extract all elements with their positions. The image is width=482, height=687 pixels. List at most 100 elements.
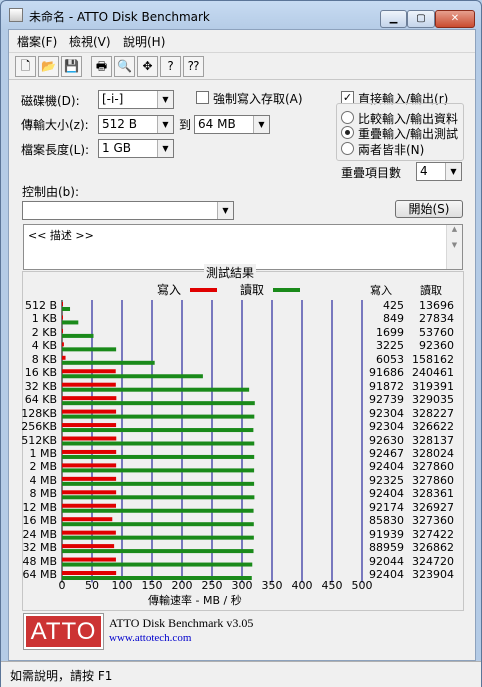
read-bar: [62, 562, 253, 567]
read-value: 327860: [412, 460, 454, 474]
write-bar: [62, 369, 116, 374]
read-bar: [62, 347, 117, 352]
x-tick-label: 400: [291, 579, 313, 592]
block-size-label: 1 MB: [29, 446, 57, 460]
read-value: 158162: [412, 352, 454, 366]
read-bar: [62, 454, 255, 459]
app-window: 未命名 - ATTO Disk Benchmark ▁ ▢ ✕ 檔案(F) 檢視…: [0, 0, 482, 687]
read-value: 53760: [419, 325, 454, 339]
read-value: 328227: [412, 406, 454, 420]
x-tick-label: 0: [58, 579, 66, 592]
block-size-label: 1 KB: [31, 312, 57, 326]
write-value: 849: [383, 312, 404, 326]
read-bar: [62, 535, 254, 540]
atto-logo: ATTO: [23, 613, 104, 650]
block-size-label: 512KB: [21, 433, 57, 447]
block-size-label: 8 KB: [31, 352, 57, 366]
read-bar: [62, 307, 71, 311]
write-value: 91939: [369, 527, 404, 541]
write-value: 92304: [369, 420, 404, 434]
x-tick-label: 200: [171, 579, 193, 592]
x-tick-label: 150: [141, 579, 163, 592]
read-bar: [62, 428, 254, 433]
read-value: 13696: [419, 299, 454, 312]
block-size-label: 12 MB: [22, 500, 57, 514]
block-size-label: 16 KB: [24, 366, 57, 380]
block-size-label: 4 MB: [29, 473, 57, 487]
close-button[interactable]: ✕: [435, 10, 475, 28]
write-bar: [62, 355, 66, 360]
block-size-label: 512 B: [24, 299, 57, 312]
block-size-label: 32 MB: [22, 541, 57, 555]
read-value: 326862: [412, 541, 454, 555]
read-value: 326927: [412, 500, 454, 514]
read-bar: [62, 508, 254, 513]
read-value: 324720: [412, 554, 454, 568]
x-axis-label: 傳輸速率 - MB / 秒: [148, 594, 242, 607]
write-bar: [62, 328, 63, 333]
write-value: 91872: [369, 379, 404, 393]
write-value: 425: [383, 299, 404, 312]
write-value: 1699: [376, 325, 404, 339]
x-tick-label: 300: [231, 579, 253, 592]
read-value: 327422: [412, 527, 454, 541]
read-value: 323904: [412, 568, 454, 581]
write-value: 92044: [369, 554, 404, 568]
write-value: 6053: [376, 352, 404, 366]
write-bar: [62, 396, 117, 401]
read-value: 27834: [419, 312, 454, 326]
write-bar: [62, 530, 116, 535]
read-bar: [62, 333, 94, 338]
write-bar: [62, 557, 116, 562]
write-value: 88959: [369, 541, 404, 555]
write-value: 92630: [369, 433, 404, 447]
write-value: 92174: [369, 500, 404, 514]
website-link[interactable]: www.attotech.com: [109, 632, 191, 644]
block-size-label: 256KB: [21, 420, 57, 434]
write-bar: [62, 490, 117, 495]
read-bar: [62, 387, 250, 392]
write-value: 92325: [369, 473, 404, 487]
write-bar: [62, 409, 117, 414]
x-tick-label: 450: [321, 579, 343, 592]
read-bar: [62, 481, 255, 486]
block-size-label: 24 MB: [22, 527, 57, 541]
write-value: 92404: [369, 487, 404, 501]
client-area: 檔案(F) 檢視(V) 說明(H) 🗋 📂 💾 🖶 🔍 ✥ ? ⁇ 磁碟機(D)…: [8, 29, 476, 661]
read-bar: [62, 522, 254, 527]
write-bar: [62, 544, 115, 549]
write-bar: [62, 503, 117, 508]
read-value: 319391: [412, 379, 454, 393]
read-value: 329035: [412, 393, 454, 407]
write-bar: [62, 315, 63, 320]
x-tick-label: 50: [85, 579, 99, 592]
product-name: ATTO Disk Benchmark v3.05: [109, 616, 254, 630]
write-bar: [62, 517, 113, 522]
block-size-label: 2 KB: [31, 325, 57, 339]
x-tick-label: 350: [261, 579, 283, 592]
write-bar: [62, 342, 64, 347]
block-size-label: 2 MB: [29, 460, 57, 474]
window-title: 未命名 - ATTO Disk Benchmark: [29, 10, 210, 24]
write-value: 92739: [369, 393, 404, 407]
write-value: 92467: [369, 446, 404, 460]
block-size-label: 16 MB: [22, 514, 57, 528]
read-value: 328137: [412, 433, 454, 447]
app-icon[interactable]: [9, 8, 23, 22]
x-tick-label: 250: [201, 579, 223, 592]
read-bar: [62, 414, 255, 419]
block-size-label: 32 KB: [24, 379, 57, 393]
minimize-button[interactable]: ▁: [380, 10, 407, 28]
x-tick-label: 100: [111, 579, 133, 592]
status-text: 如需說明，請按 F1: [10, 669, 113, 683]
title-bar[interactable]: 未命名 - ATTO Disk Benchmark ▁ ▢ ✕: [1, 1, 481, 29]
write-value: 92304: [369, 406, 404, 420]
read-value: 240461: [412, 366, 454, 380]
write-bar: [62, 476, 117, 481]
maximize-button[interactable]: ▢: [407, 10, 435, 28]
read-value: 327860: [412, 473, 454, 487]
write-bar: [62, 436, 117, 441]
block-size-label: 4 KB: [31, 339, 57, 353]
read-bar: [62, 468, 255, 473]
read-value: 328361: [412, 487, 454, 501]
